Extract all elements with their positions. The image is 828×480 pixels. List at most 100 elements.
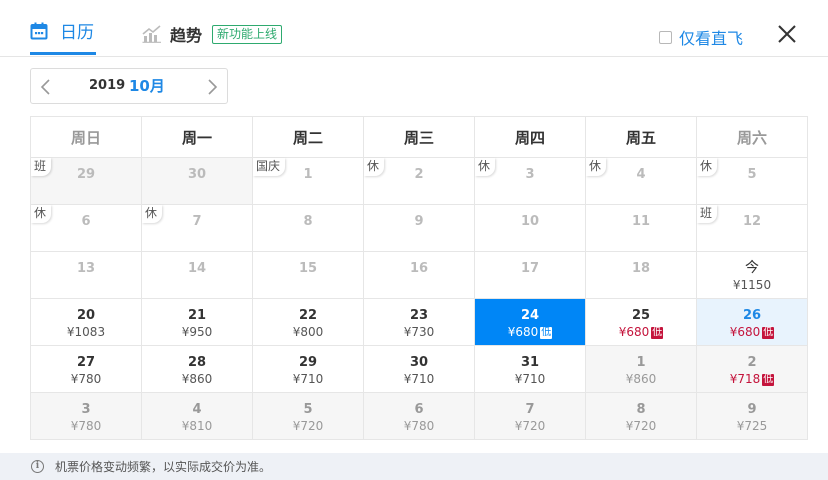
date-cell[interactable]: 8 ¥720 xyxy=(585,392,697,440)
date-cell: 16 xyxy=(363,251,475,299)
date-number: 9 xyxy=(747,402,757,417)
holiday-tag: 班 xyxy=(31,158,52,176)
date-cell[interactable]: 3 ¥780 xyxy=(30,392,142,440)
date-number: 8 xyxy=(303,214,313,229)
price-value: ¥1083 xyxy=(66,325,106,339)
date-cell: 30 xyxy=(141,157,253,205)
picker-month[interactable]: 10月 xyxy=(129,75,165,96)
date-cell: 休3 xyxy=(474,157,586,205)
chevron-left-icon[interactable] xyxy=(39,78,53,96)
new-feature-badge: 新功能上线 xyxy=(212,24,283,44)
chevron-right-icon[interactable] xyxy=(205,78,219,96)
date-cell[interactable]: 2 ¥718 低 xyxy=(696,345,808,393)
price-label: ¥800 xyxy=(253,325,363,339)
calendar-week-row: 20 ¥1083 21 ¥950 22 ¥800 23 ¥730 24 ¥680 低 25 ¥680 低 2… xyxy=(30,298,808,346)
tab-calendar-label: 日历 xyxy=(60,23,94,43)
price-value: ¥810 xyxy=(181,419,213,433)
date-cell[interactable]: 24 ¥680 低 xyxy=(474,298,586,346)
price-label: ¥710 xyxy=(253,372,363,386)
price-label: ¥860 xyxy=(586,372,696,386)
date-cell: 14 xyxy=(141,251,253,299)
price-label: ¥720 xyxy=(475,419,585,433)
date-cell[interactable]: 31 ¥710 xyxy=(474,345,586,393)
calendar-week-row: 3 ¥780 4 ¥810 5 ¥720 6 ¥780 7 ¥720 8 ¥720 9 ¥725 xyxy=(30,392,808,440)
date-cell[interactable]: 25 ¥680 低 xyxy=(585,298,697,346)
price-label: ¥710 xyxy=(364,372,474,386)
date-cell[interactable]: 20 ¥1083 xyxy=(30,298,142,346)
date-cell[interactable]: 今 ¥1150 xyxy=(696,251,808,299)
tab-trend-label: 趋势 xyxy=(170,26,203,45)
direct-flight-filter[interactable]: 仅看直飞 xyxy=(659,25,743,49)
date-cell[interactable]: 26 ¥680 低 xyxy=(696,298,808,346)
calendar-week-row: 13 14 15 16 17 18 今 ¥1150 xyxy=(30,251,808,299)
date-number: 18 xyxy=(631,261,651,276)
price-value: ¥680 xyxy=(729,325,761,339)
date-number: 9 xyxy=(414,214,424,229)
tab-calendar[interactable]: 日历 xyxy=(30,18,94,43)
weekday-header-row: 周日 周一 周二 周三 周四 周五 周六 xyxy=(30,116,808,158)
date-cell[interactable]: 1 ¥860 xyxy=(585,345,697,393)
price-label: ¥780 xyxy=(31,372,141,386)
date-cell: 13 xyxy=(30,251,142,299)
date-number: 6 xyxy=(414,402,424,417)
date-cell[interactable]: 21 ¥950 xyxy=(141,298,253,346)
date-number: 30 xyxy=(409,355,429,370)
low-price-badge: 低 xyxy=(651,327,664,339)
direct-flight-checkbox[interactable] xyxy=(659,30,672,44)
price-value: ¥710 xyxy=(292,372,324,386)
date-cell[interactable]: 22 ¥800 xyxy=(252,298,364,346)
date-cell[interactable]: 5 ¥720 xyxy=(252,392,364,440)
trend-chart-icon xyxy=(142,25,161,43)
footer-note: 机票价格变动频繁，以实际成交价为准。 xyxy=(55,460,272,474)
price-label: ¥680 低 xyxy=(697,325,807,339)
date-number: 3 xyxy=(81,402,91,417)
date-cell[interactable]: 9 ¥725 xyxy=(696,392,808,440)
close-icon[interactable] xyxy=(777,24,797,44)
date-cell: 17 xyxy=(474,251,586,299)
price-value: ¥720 xyxy=(625,419,657,433)
date-cell[interactable]: 27 ¥780 xyxy=(30,345,142,393)
date-cell: 休5 xyxy=(696,157,808,205)
low-price-badge: 低 xyxy=(540,327,553,339)
price-label: ¥710 xyxy=(475,372,585,386)
price-value: ¥780 xyxy=(70,419,102,433)
price-value: ¥860 xyxy=(625,372,657,386)
weekday-header: 周六 xyxy=(696,116,808,158)
date-number: 17 xyxy=(520,261,540,276)
date-cell[interactable]: 4 ¥810 xyxy=(141,392,253,440)
holiday-tag: 休 xyxy=(586,158,607,176)
month-picker: 2019 10月 xyxy=(30,68,228,104)
price-label: ¥730 xyxy=(364,325,474,339)
date-cell[interactable]: 28 ¥860 xyxy=(141,345,253,393)
date-number: 23 xyxy=(409,308,429,323)
price-label: ¥680 低 xyxy=(586,325,696,339)
date-number: 21 xyxy=(187,308,207,323)
tab-trend[interactable]: 趋势 新功能上线 xyxy=(142,22,283,46)
date-cell[interactable]: 23 ¥730 xyxy=(363,298,475,346)
price-value: ¥860 xyxy=(181,372,213,386)
date-number: 8 xyxy=(636,402,646,417)
date-number: 5 xyxy=(303,402,313,417)
date-cell[interactable]: 7 ¥720 xyxy=(474,392,586,440)
date-cell[interactable]: 30 ¥710 xyxy=(363,345,475,393)
holiday-tag: 休 xyxy=(142,205,163,223)
date-cell: 15 xyxy=(252,251,364,299)
price-value: ¥720 xyxy=(292,419,324,433)
date-number: 15 xyxy=(298,261,318,276)
low-price-badge: 低 xyxy=(762,327,775,339)
price-value: ¥710 xyxy=(403,372,435,386)
holiday-tag: 国庆 xyxy=(253,158,286,176)
calendar-week-row: 27 ¥780 28 ¥860 29 ¥710 30 ¥710 31 ¥710 1 ¥860 2 ¥718… xyxy=(30,345,808,393)
date-cell: 休7 xyxy=(141,204,253,252)
date-number: 2 xyxy=(747,355,757,370)
date-number: 29 xyxy=(298,355,318,370)
price-value: ¥950 xyxy=(181,325,213,339)
holiday-tag: 休 xyxy=(475,158,496,176)
date-number: 16 xyxy=(409,261,429,276)
date-cell: 班 12 xyxy=(696,204,808,252)
date-number: 4 xyxy=(192,402,202,417)
date-cell[interactable]: 6 ¥780 xyxy=(363,392,475,440)
date-cell: 班 29 xyxy=(30,157,142,205)
date-number: 11 xyxy=(631,214,651,229)
date-cell[interactable]: 29 ¥710 xyxy=(252,345,364,393)
